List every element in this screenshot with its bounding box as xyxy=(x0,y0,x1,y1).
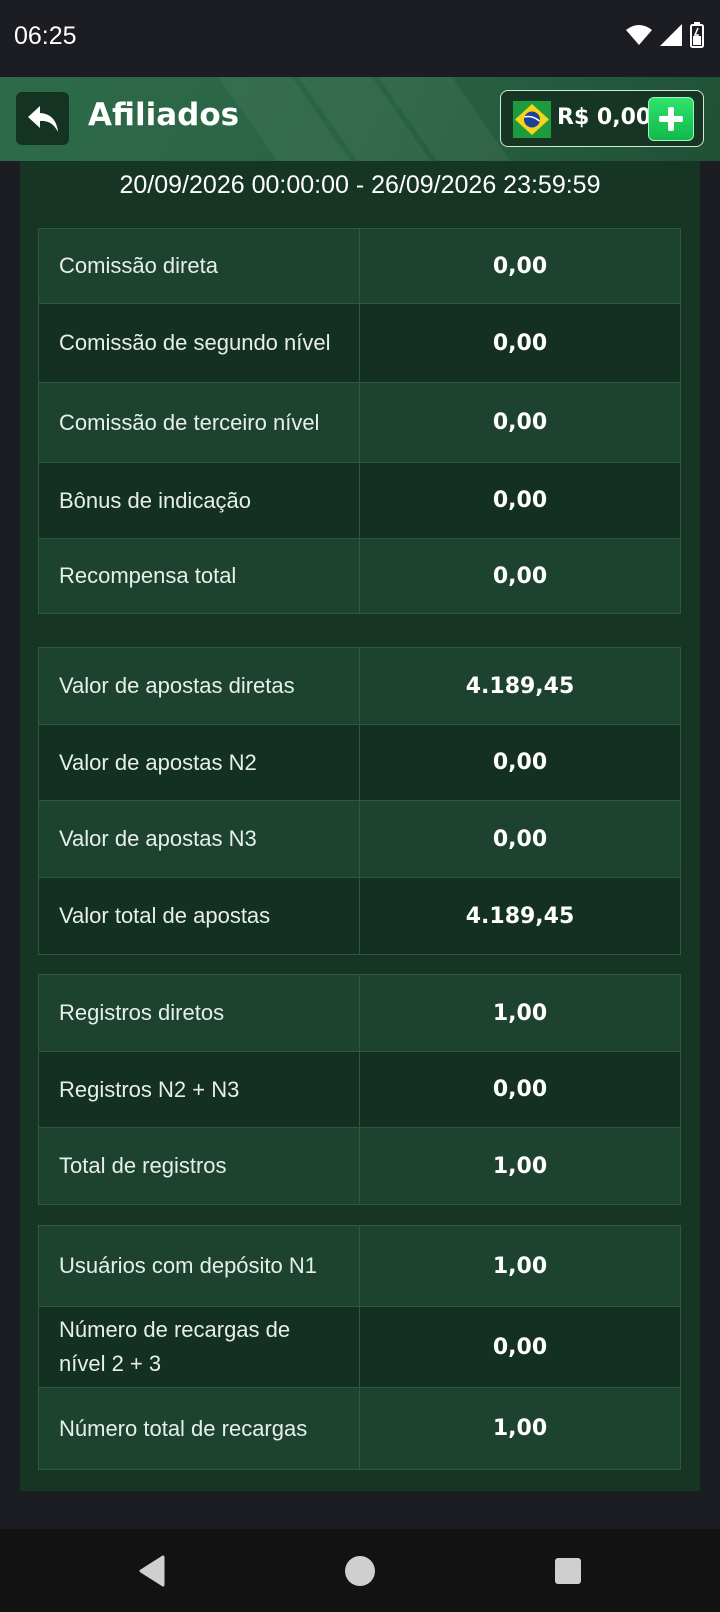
back-arrow-icon xyxy=(27,105,58,132)
row-value: 1,00 xyxy=(492,1416,548,1441)
row-value: 0,00 xyxy=(492,563,548,589)
table-row: Valor de apostas N3 0,00 xyxy=(39,801,680,878)
row-value: 4.189,45 xyxy=(465,903,575,929)
row-value: 0,00 xyxy=(492,826,548,852)
row-value: 0,00 xyxy=(492,750,548,775)
deposits-table: Usuários com depósito N1 1,00 Número de … xyxy=(38,1225,681,1470)
row-label: Comissão direta xyxy=(39,229,360,303)
row-label: Recompensa total xyxy=(39,539,360,613)
row-label: Valor de apostas diretas xyxy=(39,648,360,724)
row-value: 0,00 xyxy=(492,410,548,435)
battery-icon xyxy=(690,22,704,48)
row-value: 1,00 xyxy=(492,1253,548,1279)
table-row: Registros N2 + N3 0,00 xyxy=(39,1052,680,1128)
row-value: 0,00 xyxy=(492,330,548,356)
table-row: Valor de apostas N2 0,00 xyxy=(39,725,680,801)
date-range: 20/09/2026 00:00:00 - 26/09/2026 23:59:5… xyxy=(119,171,601,199)
status-bar: 06:25 xyxy=(0,0,720,77)
affiliate-stats-panel: 20/09/2026 00:00:00 - 26/09/2026 23:59:5… xyxy=(20,161,700,1491)
table-row: Bônus de indicação 0,00 xyxy=(39,463,680,539)
row-label: Registros diretos xyxy=(39,975,360,1051)
row-value: 0,00 xyxy=(492,253,548,279)
table-row: Valor total de apostas 4.189,45 xyxy=(39,878,680,954)
nav-back-button[interactable] xyxy=(134,1553,170,1589)
registrations-table: Registros diretos 1,00 Registros N2 + N3… xyxy=(38,974,681,1205)
row-value: 0,00 xyxy=(492,488,548,513)
table-row: Valor de apostas diretas 4.189,45 xyxy=(39,648,680,725)
row-label: Valor total de apostas xyxy=(39,878,360,954)
bets-table: Valor de apostas diretas 4.189,45 Valor … xyxy=(38,647,681,955)
table-row: Número total de recargas 1,00 xyxy=(39,1388,680,1469)
row-label: Valor de apostas N3 xyxy=(39,801,360,877)
status-icons xyxy=(626,22,704,48)
table-row: Comissão de segundo nível 0,00 xyxy=(39,304,680,383)
table-row: Total de registros 1,00 xyxy=(39,1128,680,1204)
row-value: 4.189,45 xyxy=(465,673,575,699)
row-value: 1,00 xyxy=(492,1000,548,1026)
table-row: Usuários com depósito N1 1,00 xyxy=(39,1226,680,1307)
table-row: Recompensa total 0,00 xyxy=(39,539,680,613)
row-label: Número total de recargas xyxy=(39,1388,360,1469)
row-label: Comissão de segundo nível xyxy=(39,304,360,382)
row-label: Usuários com depósito N1 xyxy=(39,1226,360,1306)
back-button[interactable] xyxy=(16,92,69,145)
table-row: Comissão direta 0,00 xyxy=(39,229,680,304)
row-label: Número de recargas de nível 2 + 3 xyxy=(39,1307,360,1387)
balance-amount: R$ 0,00 xyxy=(557,105,652,130)
brazil-flag-icon xyxy=(513,101,551,138)
wifi-icon xyxy=(626,25,652,45)
page-title: Afiliados xyxy=(88,97,240,133)
commission-table: Comissão direta 0,00 Comissão de segundo… xyxy=(38,228,681,614)
row-value: 0,00 xyxy=(492,1077,548,1102)
deposit-add-button[interactable] xyxy=(648,97,694,141)
row-label: Registros N2 + N3 xyxy=(39,1052,360,1127)
signal-icon xyxy=(660,24,682,46)
nav-recents-button[interactable] xyxy=(550,1553,586,1589)
row-label: Bônus de indicação xyxy=(39,463,360,538)
status-time: 06:25 xyxy=(14,22,77,50)
circle-home-icon xyxy=(345,1556,375,1586)
square-recents-icon xyxy=(555,1558,581,1584)
row-value: 1,00 xyxy=(492,1153,548,1179)
nav-home-button[interactable] xyxy=(342,1553,378,1589)
system-nav-bar xyxy=(0,1529,720,1612)
app-header: Afiliados R$ 0,00 xyxy=(0,77,720,161)
row-label: Comissão de terceiro nível xyxy=(39,383,360,462)
plus-icon xyxy=(659,107,683,131)
table-row: Comissão de terceiro nível 0,00 xyxy=(39,383,680,463)
row-label: Total de registros xyxy=(39,1128,360,1204)
row-label: Valor de apostas N2 xyxy=(39,725,360,800)
table-row: Registros diretos 1,00 xyxy=(39,975,680,1052)
row-value: 0,00 xyxy=(492,1334,548,1360)
triangle-back-icon xyxy=(139,1555,165,1587)
table-row: Número de recargas de nível 2 + 3 0,00 xyxy=(39,1307,680,1388)
balance-widget[interactable]: R$ 0,00 xyxy=(500,90,704,147)
